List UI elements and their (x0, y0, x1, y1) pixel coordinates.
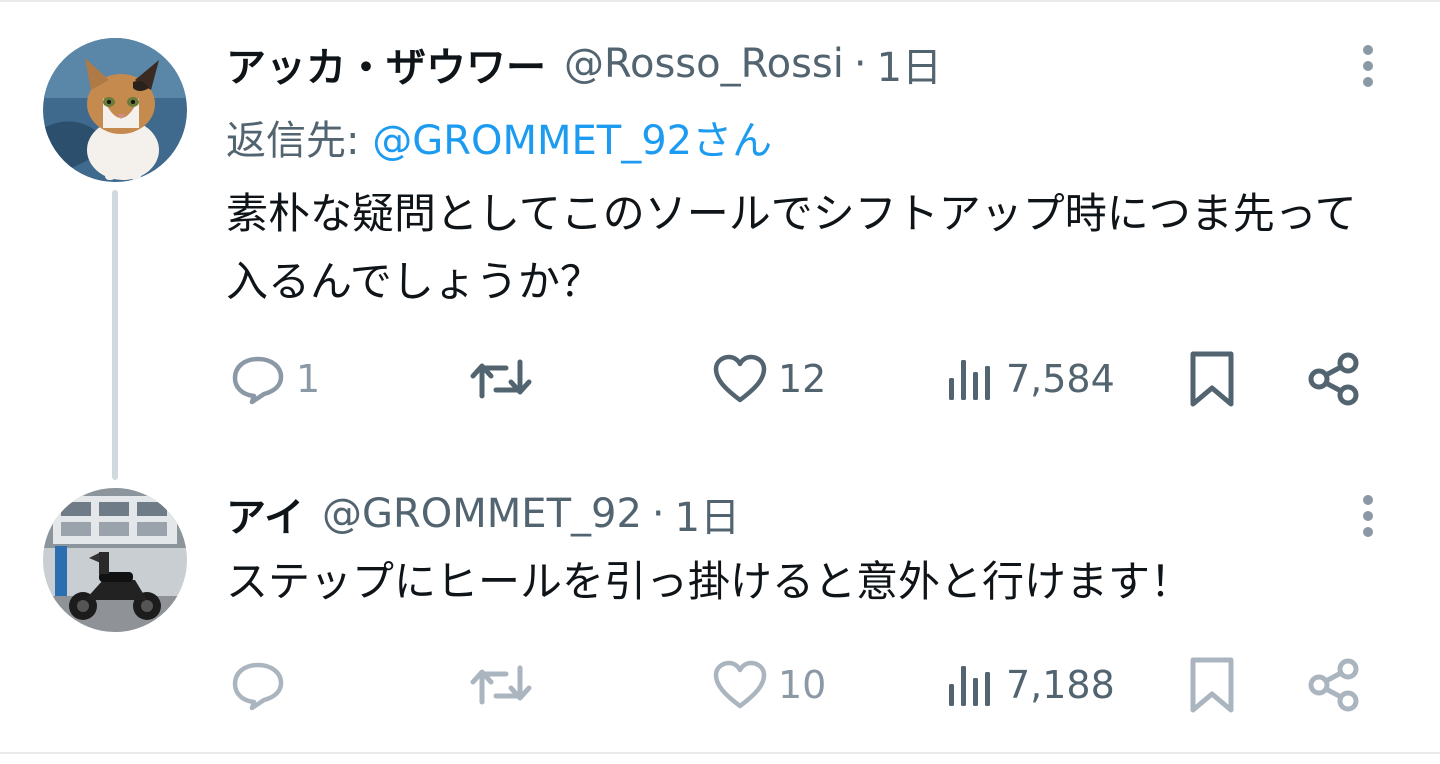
share-icon (1308, 658, 1359, 712)
thread-connector-line (112, 190, 118, 480)
tweet-text: ステップにヒールを引っ掛けると意外と行けます！ (226, 557, 1193, 606)
views-count: 7,584 (1006, 357, 1115, 401)
views-icon (949, 360, 990, 400)
like-count: 10 (778, 663, 827, 707)
like-button[interactable]: 12 (712, 344, 826, 414)
cat-avatar-image (43, 38, 187, 182)
like-count: 12 (778, 357, 827, 401)
reply-to-line: 返信先: @GROMMET_92さん (226, 108, 772, 166)
share-button[interactable] (1306, 344, 1362, 414)
like-icon (713, 660, 767, 709)
share-icon (1308, 352, 1359, 406)
like-button[interactable]: 10 (712, 650, 826, 720)
divider (0, 752, 1440, 754)
action-bar: 1 12 7,584 (0, 344, 1440, 414)
display-name[interactable]: アッカ・ザウワー (226, 35, 546, 93)
bookmark-icon (1190, 351, 1234, 407)
retweet-button[interactable] (470, 650, 542, 720)
retweet-icon (470, 359, 532, 399)
divider (0, 0, 1440, 2)
separator-dot: · (651, 491, 665, 537)
bookmark-icon (1190, 657, 1234, 713)
tweet-header: アイ @GROMMET_92 · 1日 (226, 486, 740, 542)
display-name[interactable]: アイ (226, 485, 304, 543)
action-bar: 10 7,188 (0, 650, 1440, 720)
more-icon[interactable] (1352, 488, 1384, 544)
reply-count: 1 (296, 357, 321, 401)
reply-to-label: 返信先: (226, 118, 373, 164)
avatar[interactable] (43, 38, 187, 182)
share-button[interactable] (1306, 650, 1362, 720)
views-button[interactable]: 7,584 (946, 344, 1115, 414)
views-icon (949, 666, 990, 706)
retweet-button[interactable] (470, 344, 542, 414)
bookmark-button[interactable] (1188, 344, 1236, 414)
reply-button[interactable]: 1 (230, 344, 320, 414)
like-icon (713, 354, 767, 403)
separator-dot: · (853, 41, 867, 87)
tweet-text: 素朴な疑問としてこのソールでシフトアップ時につま先って入るんでしょうか？ (226, 189, 1357, 306)
timestamp[interactable]: 1日 (877, 35, 942, 93)
more-icon[interactable] (1352, 38, 1384, 94)
retweet-icon (470, 665, 532, 705)
timeline-thread: アッカ・ザウワー @Rosso_Rossi · 1日 返信先: @GROMMET… (0, 0, 1440, 764)
motorcycle-avatar-image (43, 488, 187, 632)
user-handle[interactable]: @GROMMET_92 (322, 491, 642, 537)
avatar[interactable] (43, 488, 187, 632)
reply-icon (232, 662, 284, 711)
reply-button[interactable] (230, 650, 296, 720)
views-button[interactable]: 7,188 (946, 650, 1115, 720)
user-handle[interactable]: @Rosso_Rossi (564, 41, 844, 87)
reply-to-mention[interactable]: @GROMMET_92さん (372, 118, 772, 164)
bookmark-button[interactable] (1188, 650, 1236, 720)
timestamp[interactable]: 1日 (675, 485, 740, 543)
views-count: 7,188 (1006, 663, 1115, 707)
tweet-header: アッカ・ザウワー @Rosso_Rossi · 1日 (226, 36, 942, 92)
reply-icon (232, 356, 284, 405)
